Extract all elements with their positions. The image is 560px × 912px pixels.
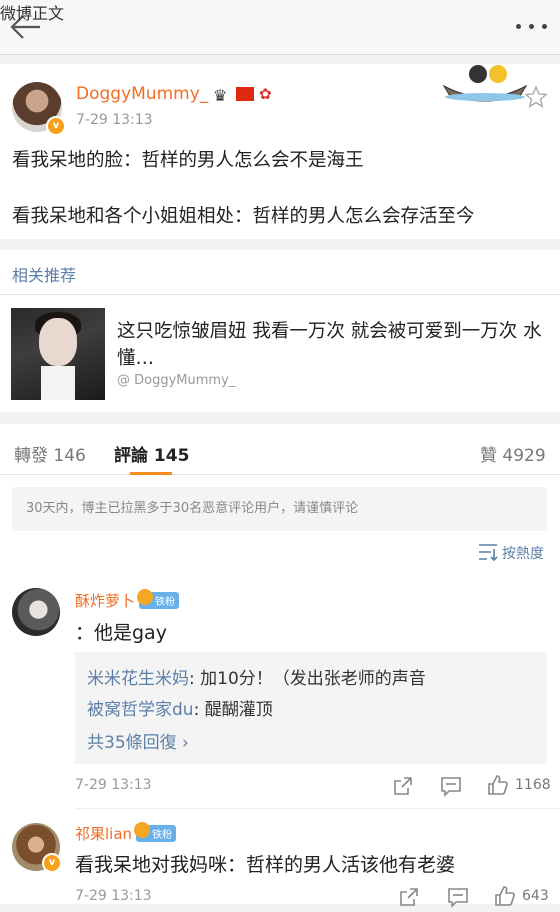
comment-text: ：他是gay [75, 622, 167, 644]
verified-badge: v [42, 853, 62, 873]
related-title[interactable]: 这只吃惊皱眉妞 我看一万次 就会被可爱到一万次 水懂… [117, 318, 547, 372]
like-count: 1168 [515, 777, 551, 793]
related-thumbnail[interactable] [11, 308, 105, 400]
sort-button[interactable]: 按熱度 [478, 543, 544, 563]
bow-icon: ✿ [259, 85, 272, 103]
fan-badge: 铁粉 [134, 822, 177, 842]
reply-item: 被窝哲学家du: 醍醐灌顶 [87, 695, 273, 720]
tab-likes-count: 4929 [502, 446, 546, 466]
post-author[interactable]: DoggyMummy_ [76, 84, 208, 104]
post-text-line-2: 看我呆地和各个小姐姐相处：哲样的男人怎么会存活至今 [12, 206, 475, 227]
sort-icon [479, 544, 498, 562]
page-title: 微博正文 [0, 4, 65, 23]
post-time: 7-29 13:13 [76, 112, 153, 128]
reply-author[interactable]: 米米花生米妈 [87, 669, 189, 689]
fan-badge: 铁粉 [137, 589, 180, 609]
tab-repost[interactable]: 轉發 146 [14, 441, 86, 466]
like-icon[interactable] [487, 774, 509, 796]
comment-time: 7-29 13:13 [75, 777, 152, 793]
reply-author[interactable]: 被窝哲学家du [87, 700, 194, 720]
verified-badge: v [46, 116, 66, 136]
reply-box[interactable]: 米米花生米妈: 加10分！（发出张老师的声音 被窝哲学家du: 醍醐灌顶 共35… [75, 652, 547, 764]
comment-icon[interactable] [447, 886, 469, 908]
tab-comments-count: 145 [153, 446, 190, 466]
share-icon[interactable] [392, 775, 414, 797]
comment-notice: 30天内，博主已拉黑多于30名恶意评论用户，请谨慎评论 [12, 487, 547, 531]
related-header: 相关推荐 [0, 250, 560, 295]
tab-bar: 轉發 146 評論 145 贊 4929 [0, 424, 560, 475]
reply-text: : 加10分！（发出张老师的声音 [189, 669, 426, 689]
comment-avatar[interactable] [12, 588, 60, 636]
more-replies-link[interactable]: 共35條回復 › [87, 728, 189, 753]
comment-icon[interactable] [440, 775, 462, 797]
tab-comments[interactable]: 評論 145 [114, 441, 189, 466]
share-icon[interactable] [398, 886, 420, 908]
tab-likes-label: 贊 [480, 446, 497, 466]
tab-repost-label: 轉發 [14, 446, 48, 466]
comment-header: 祁果lian 铁粉 [75, 822, 177, 844]
tab-likes[interactable]: 贊 4929 [480, 441, 546, 466]
tab-comments-label: 評論 [114, 446, 148, 466]
related-heading: 相关推荐 [12, 266, 77, 285]
flag-icon [236, 87, 254, 101]
comment-text: 看我呆地对我妈咪：哲样的男人活该他有老婆 [75, 854, 456, 876]
reply-text: : 醍醐灌顶 [193, 700, 273, 720]
comment-author[interactable]: 祁果lian [75, 825, 132, 843]
more-icon[interactable] [516, 24, 550, 32]
tab-repost-count: 146 [53, 446, 86, 466]
comment-author[interactable]: 酥炸萝卜 [75, 592, 135, 610]
divider [75, 808, 560, 809]
comment-time: 7-29 13:13 [75, 888, 152, 904]
related-source: @ DoggyMummy_ [117, 373, 236, 388]
comment-header: 酥炸萝卜 铁粉 [75, 589, 180, 611]
boat-sticker-icon [442, 60, 528, 104]
crown-icon: ♛ [213, 86, 228, 105]
reply-item: 米米花生米妈: 加10分！（发出张老师的声音 [87, 664, 426, 689]
post-text-line-1: 看我呆地的脸：哲样的男人怎么会不是海王 [12, 150, 364, 171]
sort-label: 按熱度 [502, 546, 544, 562]
like-count: 643 [522, 888, 549, 904]
star-icon[interactable] [524, 85, 548, 109]
